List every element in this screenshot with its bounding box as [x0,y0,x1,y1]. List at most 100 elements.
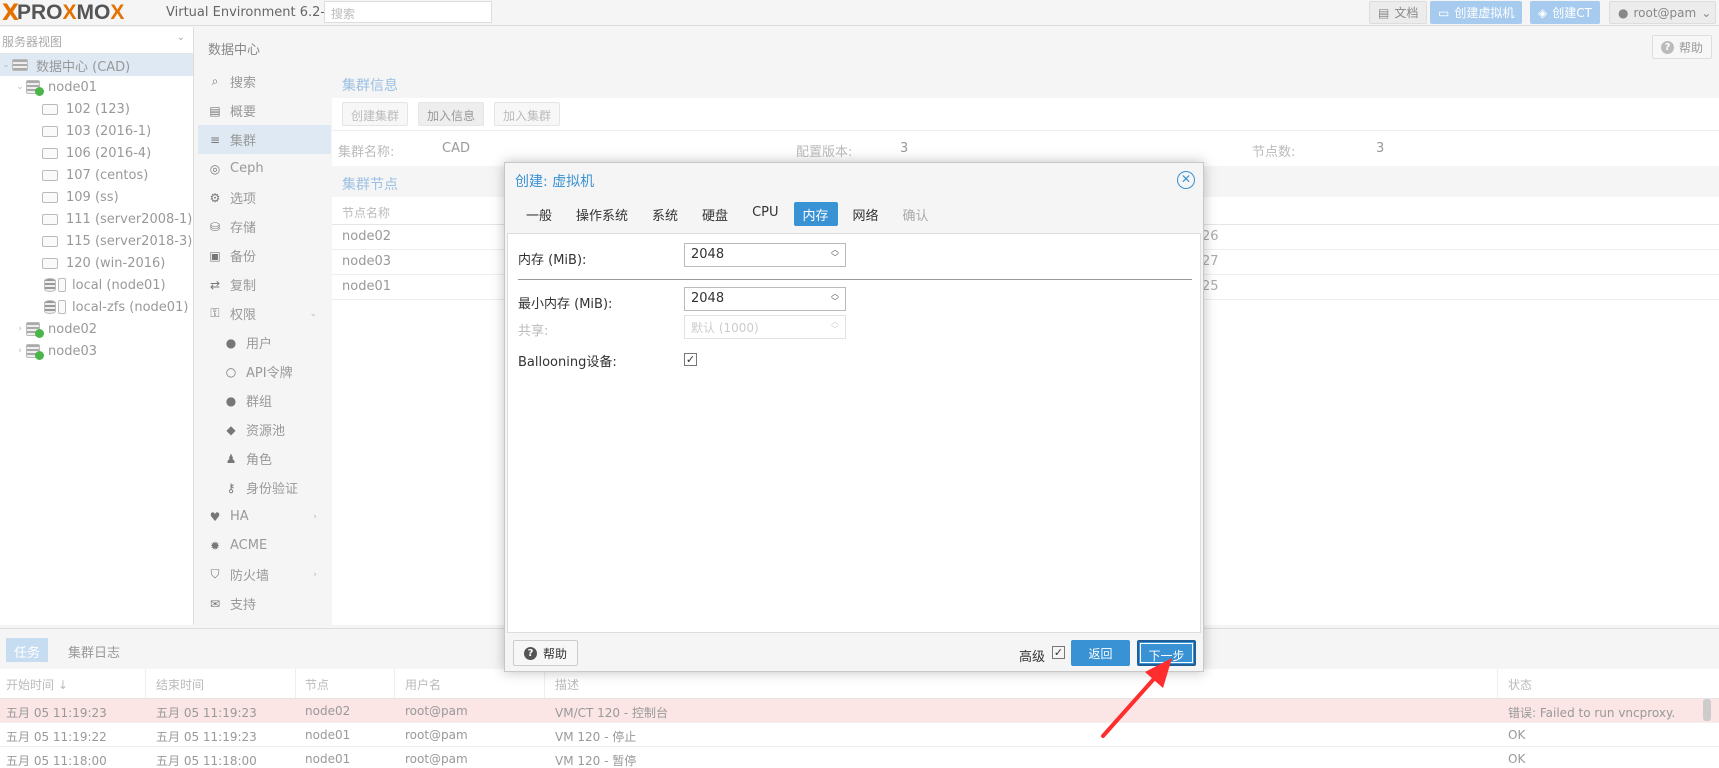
retweet-icon: ⇄ [209,277,221,292]
nav-item-storage[interactable]: ⛁ 存储 [198,212,331,241]
column-user[interactable]: 用户名 [405,676,441,693]
spinner-arrows-icon[interactable]: ︿ ﹀ [831,290,839,306]
spinner-arrows-icon[interactable]: ︿ ﹀ [831,246,839,262]
tags-icon: ◆ [226,422,236,437]
ballooning-checkbox[interactable]: ✓ [684,353,697,366]
tab-cluster-log[interactable]: 集群日志 [60,638,128,662]
advanced-checkbox[interactable]: ✓ [1052,646,1065,659]
nav-label: 群组 [246,395,273,410]
tab-tasks[interactable]: 任务 [6,638,49,662]
tree-vm[interactable]: 106 (2016-4) [0,142,193,164]
tab-general[interactable]: 一般 [517,202,561,226]
close-icon[interactable]: ✕ [1177,171,1195,189]
monitor-icon [42,235,58,247]
user-menu-button[interactable]: ● root@pam ⌄ [1609,1,1716,24]
nav-item-api-tokens[interactable]: ○ API令牌 [198,357,331,386]
tab-disk[interactable]: 硬盘 [693,202,737,226]
nav-item-search[interactable]: ⌕ 搜索 [198,67,331,96]
user-icon: ● [1618,5,1629,20]
config-version-label: 配置版本: [796,145,853,160]
table-row[interactable]: 五月 05 11:19:22 五月 05 11:19:23 node01 roo… [0,723,1719,747]
tab-system[interactable]: 系统 [643,202,687,226]
nav-item-ceph[interactable]: ◎ Ceph [198,154,331,183]
nav-label: ACME [230,538,268,553]
nav-item-permissions[interactable]: ⚿ 权限 ⌄ [198,299,331,328]
nav-item-groups[interactable]: ● 群组 [198,386,331,415]
nav-item-support[interactable]: ✉ 支持 [198,589,331,618]
node-count-value: 3 [1376,141,1385,156]
nav-item-firewall[interactable]: ⛉ 防火墙 › [198,560,331,589]
nav-item-roles[interactable]: ♟ 角色 [198,444,331,473]
tree-vm[interactable]: 109 (ss) [0,186,193,208]
collapse-icon[interactable]: ⌄ [0,60,12,70]
tree-node01[interactable]: ⌄ node01 [0,76,193,98]
table-row[interactable]: 五月 05 11:18:00 五月 05 11:18:00 node01 roo… [0,747,1719,768]
nav-item-options[interactable]: ⚙ 选项 [198,183,331,212]
heartbeat-icon: ♥ [209,509,221,524]
search-input[interactable]: 搜索 [324,1,492,23]
min-memory-spinner[interactable]: 2048 ︿ ﹀ [684,287,846,311]
nav-item-cluster[interactable]: ≡ 集群 [198,125,331,154]
create-ct-button[interactable]: ◈ 创建CT [1530,1,1600,24]
nav-label: HA [230,509,249,524]
chevron-down-icon: ⌄ [309,308,317,319]
create-vm-button[interactable]: ▭ 创建虚拟机 [1430,1,1523,24]
nav-item-users[interactable]: ● 用户 [198,328,331,357]
min-memory-value: 2048 [691,291,725,306]
nav-item-acme[interactable]: ✹ ACME [198,531,331,560]
page-title: 数据中心 [208,43,261,58]
collapse-icon[interactable]: ⌄ [14,82,26,92]
nav-item-backup[interactable]: ▣ 备份 [198,241,331,270]
nav-item-realms[interactable]: ⚷ 身份验证 [198,473,331,502]
task-scrollbar[interactable] [1703,699,1711,721]
nav-item-replication[interactable]: ⇄ 复制 [198,270,331,299]
back-button[interactable]: 返回 [1071,640,1130,666]
column-node[interactable]: 节点 [305,676,329,693]
server-icon: ≡ [209,132,221,147]
tree-datacenter[interactable]: ⌄ 数据中心 (CAD) [0,54,193,76]
tree-storage[interactable]: local-zfs (node01) [0,296,193,318]
tab-cpu[interactable]: CPU [743,202,787,226]
help-button[interactable]: ? 帮助 [1651,35,1712,59]
help-button[interactable]: ? 帮助 [513,640,579,666]
tree-vm[interactable]: 103 (2016-1) [0,120,193,142]
nav-item-pools[interactable]: ◆ 资源池 [198,415,331,444]
tree-vm[interactable]: 111 (server2008-1) [0,208,193,230]
table-row[interactable]: 五月 05 11:19:23 五月 05 11:19:23 node02 roo… [0,699,1719,723]
join-info-button[interactable]: 加入信息 [418,102,485,126]
certificate-icon: ✹ [209,538,221,553]
tree-node03[interactable]: › node03 [0,340,193,362]
create-cluster-button[interactable]: 创建集群 [342,102,409,126]
tree-storage[interactable]: local (node01) [0,274,193,296]
docs-button[interactable]: ▤ 文档 [1369,1,1428,24]
tree-vm[interactable]: 115 (server2018-3) [0,230,193,252]
next-button[interactable]: 下一步 [1137,640,1196,666]
nav-item-ha[interactable]: ♥ HA › [198,502,331,531]
column-start-time[interactable]: 开始时间 ↓ [6,676,68,693]
comments-icon: ✉ [209,596,221,611]
tab-network[interactable]: 网络 [844,202,888,226]
tree-vm[interactable]: 102 (123) [0,98,193,120]
tree-label: 115 (server2018-3) [66,233,193,249]
nav-item-summary[interactable]: ▤ 概要 [198,96,331,125]
tab-memory[interactable]: 内存 [793,202,838,226]
tab-os[interactable]: 操作系统 [567,202,637,226]
file-icon [58,300,66,314]
tree-label: 106 (2016-4) [66,145,152,161]
tree-node02[interactable]: › node02 [0,318,193,340]
view-selector[interactable]: 服务器视图 ⌄ [0,27,193,54]
expand-icon[interactable]: › [14,346,26,356]
nav-label: 复制 [230,279,257,294]
dialog-titlebar[interactable]: 创建: 虚拟机 ✕ [505,163,1203,197]
cluster-name-label: 集群名称: [338,145,395,160]
column-end-time[interactable]: 结束时间 [156,676,204,693]
join-cluster-button[interactable]: 加入集群 [494,102,561,126]
column-status[interactable]: 状态 [1508,676,1532,693]
cell-node: node01 [305,752,351,766]
column-description[interactable]: 描述 [555,676,579,693]
expand-icon[interactable]: › [14,324,26,334]
tree-vm[interactable]: 120 (win-2016) [0,252,193,274]
memory-spinner[interactable]: 2048 ︿ ﹀ [684,243,846,267]
tree-vm[interactable]: 107 (centos) [0,164,193,186]
column-node-name[interactable]: 节点名称 [342,206,390,220]
